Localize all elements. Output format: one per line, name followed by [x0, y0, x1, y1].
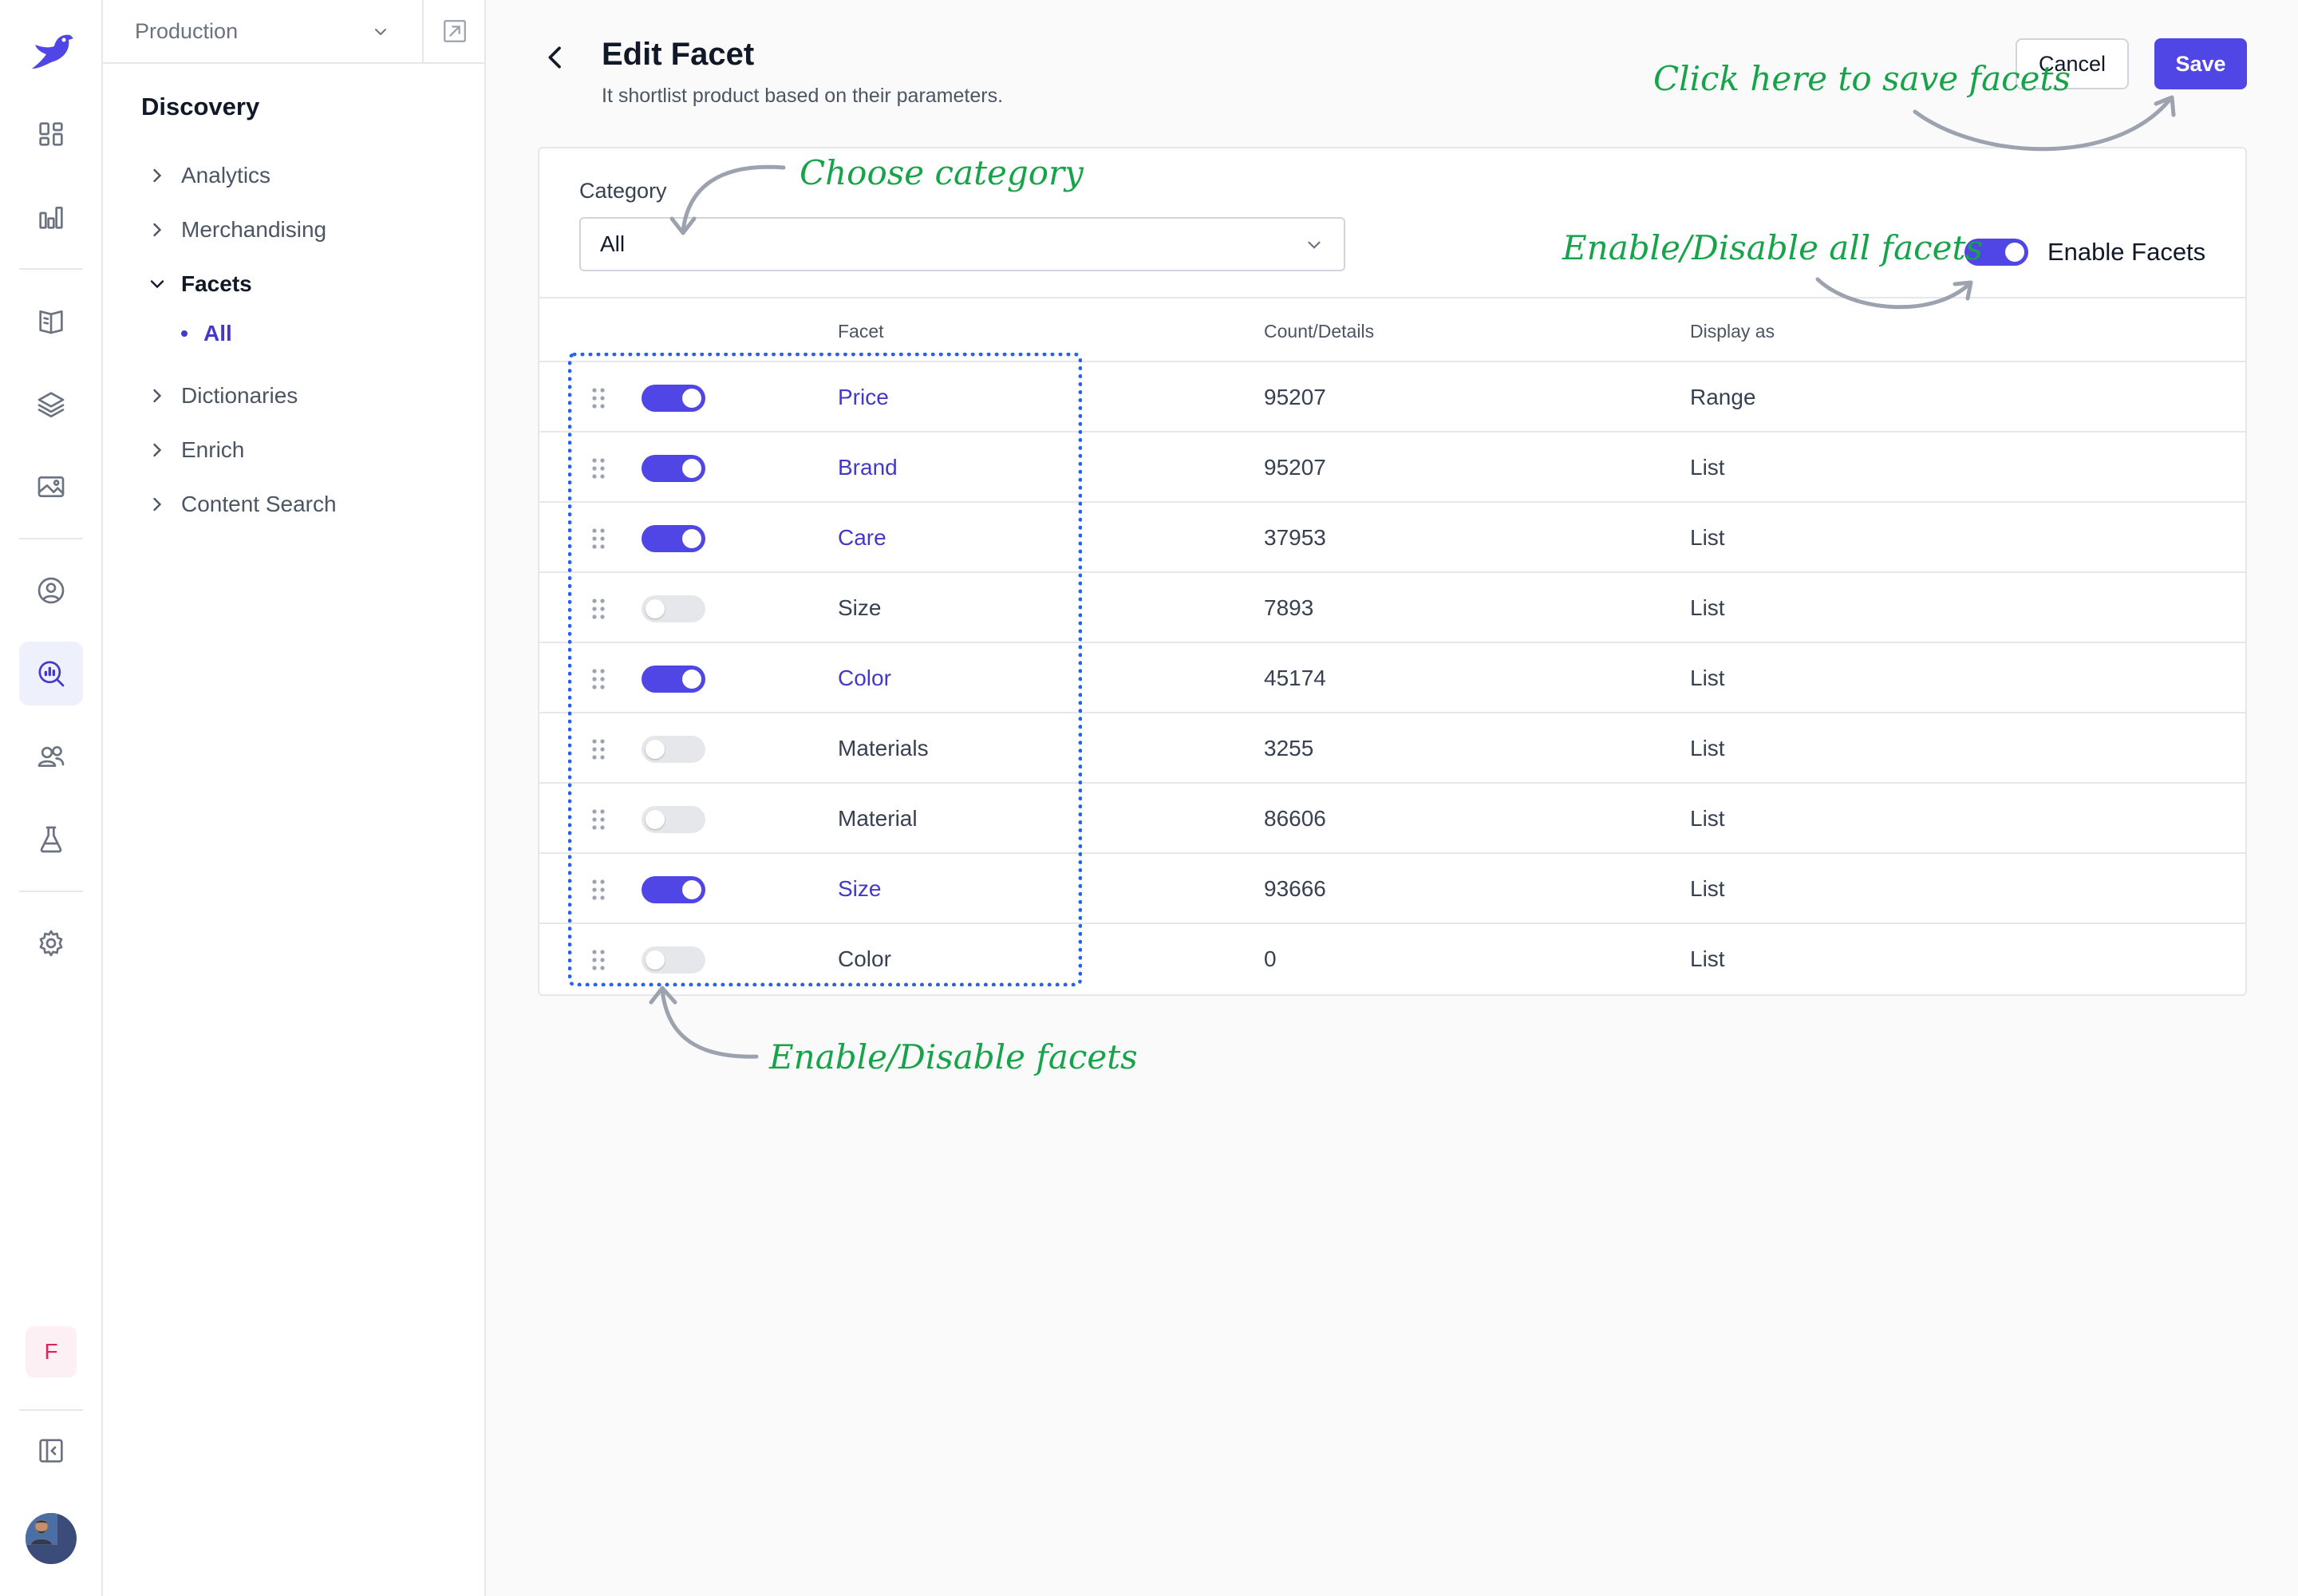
workspace-badge[interactable]: F — [26, 1326, 77, 1377]
secondary-sidebar: Production Discovery Analytics Merchandi… — [103, 0, 486, 1596]
facet-count: 86606 — [1264, 806, 1326, 831]
avatar[interactable] — [26, 1513, 77, 1564]
users-icon[interactable] — [19, 725, 83, 788]
facet-display-as: List — [1690, 806, 1725, 831]
facet-display-as: List — [1690, 525, 1725, 550]
chevron-down-icon — [375, 29, 386, 36]
sidebar-item-merchandising[interactable]: Merchandising — [146, 214, 326, 246]
facet-display-as: List — [1690, 736, 1725, 760]
page-subtitle: It shortlist product based on their para… — [602, 85, 1004, 107]
user-circle-icon[interactable] — [19, 559, 83, 622]
flask-icon[interactable] — [19, 808, 83, 871]
sidebar-subitem-all[interactable]: All — [181, 318, 232, 350]
dashboard-icon[interactable] — [19, 102, 83, 166]
sidebar-collapse-icon[interactable] — [19, 1419, 83, 1483]
enable-all-label: Enable Facets — [2047, 238, 2206, 266]
facet-display-as: List — [1690, 455, 1725, 480]
facet-display-as: List — [1690, 595, 1725, 620]
annotation-enable-all: Enable/Disable all facets — [1562, 228, 1983, 267]
sidebar-item-content-search[interactable]: Content Search — [146, 488, 337, 520]
sidebar-item-label: All — [203, 321, 232, 346]
sidebar-item-label: Dictionaries — [181, 383, 298, 408]
sidebar-item-label: Enrich — [181, 437, 245, 462]
sidebar-item-enrich[interactable]: Enrich — [146, 434, 244, 466]
facet-count: 37953 — [1264, 525, 1326, 550]
chevron-right-icon — [153, 389, 162, 403]
annotation-category: Choose category — [800, 153, 1084, 192]
sidebar-item-dictionaries[interactable]: Dictionaries — [146, 380, 298, 412]
facet-count: 3255 — [1264, 736, 1314, 760]
facet-display-as: Range — [1690, 385, 1756, 409]
facet-count: 7893 — [1264, 595, 1314, 620]
book-icon[interactable] — [19, 289, 83, 353]
icon-rail: F — [0, 0, 103, 1596]
chevron-down-icon — [1308, 241, 1321, 249]
active-dot — [181, 330, 188, 337]
sidebar-item-label: Content Search — [181, 492, 337, 516]
page-title: Edit Facet — [602, 37, 755, 72]
environment-label: Production — [135, 18, 239, 43]
environment-select[interactable]: Production — [103, 0, 424, 64]
sidebar-item-facets[interactable]: Facets — [146, 268, 252, 300]
section-title: Discovery — [141, 93, 260, 120]
facet-count: 95207 — [1264, 455, 1326, 480]
search-analytics-icon[interactable] — [19, 642, 83, 705]
image-icon[interactable] — [19, 455, 83, 519]
sidebar-item-label: Merchandising — [181, 217, 327, 242]
gear-icon[interactable] — [19, 911, 83, 975]
column-header-count: Count/Details — [1264, 321, 1375, 342]
sidebar-item-analytics[interactable]: Analytics — [146, 160, 270, 192]
category-value: All — [600, 231, 626, 256]
facet-count: 93666 — [1264, 876, 1326, 901]
sidebar-item-label: Facets — [181, 271, 252, 296]
column-header-facet: Facet — [838, 321, 884, 342]
open-external-button[interactable] — [424, 0, 486, 64]
facet-count: 0 — [1264, 946, 1277, 971]
facet-display-as: List — [1690, 666, 1725, 690]
facet-toggles-highlight — [568, 353, 1082, 986]
chevron-right-icon — [153, 443, 162, 457]
annotation-save: Click here to save facets — [1653, 59, 2071, 98]
category-select[interactable]: All — [579, 217, 1345, 271]
sidebar-item-label: Analytics — [181, 163, 271, 188]
chevron-right-icon — [153, 223, 162, 237]
column-header-display: Display as — [1690, 321, 1775, 342]
chevron-down-icon — [150, 280, 164, 289]
open-external-icon — [444, 20, 466, 42]
enable-all-facets: Enable Facets — [1964, 238, 2205, 267]
category-label: Category — [579, 179, 667, 203]
facet-display-as: List — [1690, 946, 1725, 971]
annotation-facets: Enable/Disable facets — [769, 1037, 1138, 1077]
logo-bird-icon[interactable] — [19, 19, 83, 83]
chevron-right-icon — [153, 168, 162, 183]
facet-count: 95207 — [1264, 385, 1326, 409]
facet-count: 45174 — [1264, 666, 1326, 690]
back-arrow-icon[interactable] — [539, 41, 571, 73]
bar-chart-icon[interactable] — [19, 185, 83, 249]
save-button[interactable]: Save — [2154, 38, 2247, 89]
facet-display-as: List — [1690, 876, 1725, 901]
layers-icon[interactable] — [19, 372, 83, 436]
chevron-right-icon — [153, 497, 162, 512]
